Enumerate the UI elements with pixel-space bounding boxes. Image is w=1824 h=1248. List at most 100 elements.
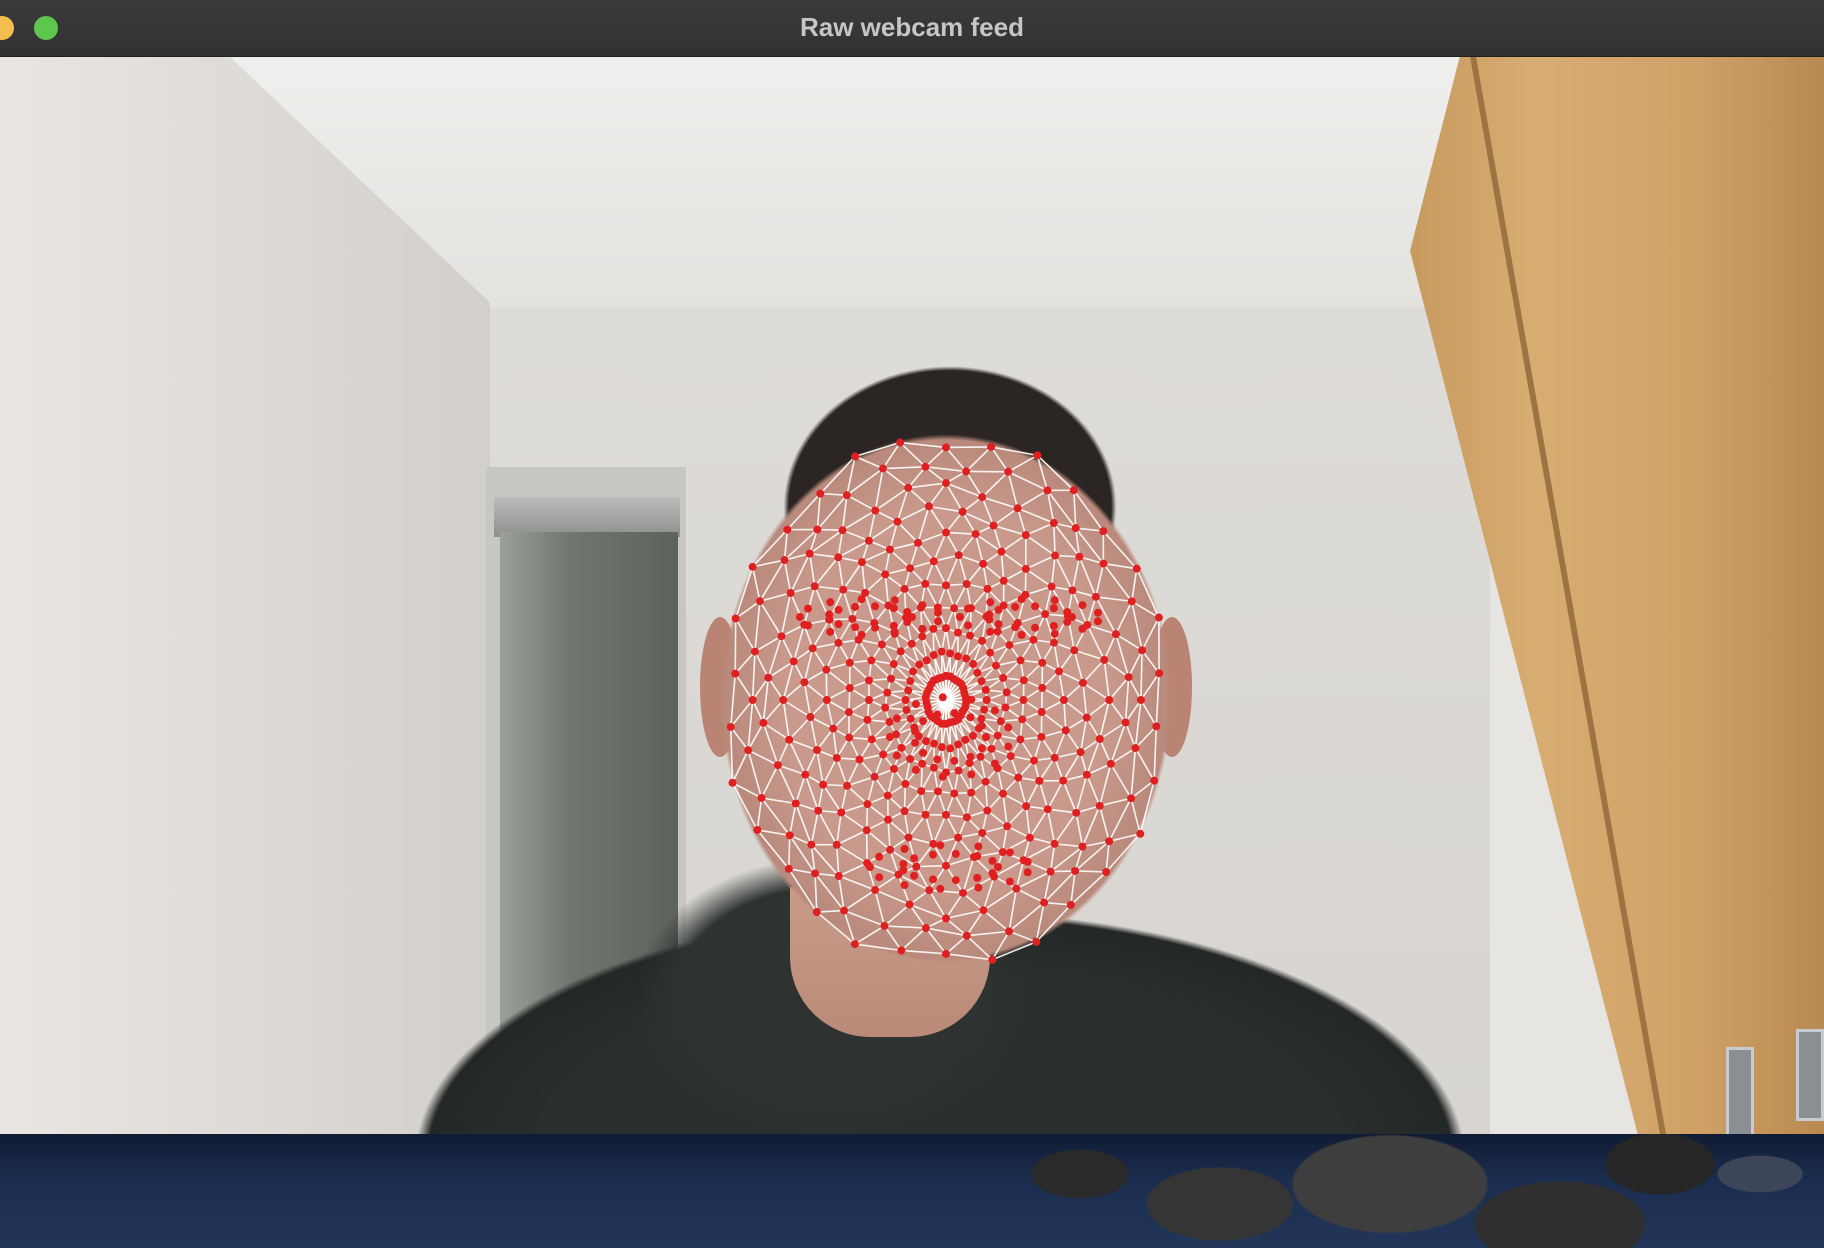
title-bar[interactable]: Raw webcam feed xyxy=(0,0,1824,57)
mesh-landmark xyxy=(1099,527,1108,536)
mesh-edge xyxy=(1007,471,1048,492)
mesh-edge xyxy=(1063,699,1088,719)
mesh-landmark xyxy=(811,869,820,878)
mesh-edge xyxy=(1053,812,1077,845)
mesh-landmark xyxy=(989,521,998,530)
mesh-landmark xyxy=(994,620,1003,629)
mesh-landmark xyxy=(959,888,968,897)
mesh-landmark xyxy=(1001,703,1010,712)
mesh-landmark xyxy=(946,649,955,658)
mesh-landmark xyxy=(938,772,947,781)
mesh-landmark xyxy=(1050,638,1059,647)
mesh-landmark xyxy=(983,584,992,593)
mesh-edge xyxy=(1054,843,1083,848)
mesh-edge xyxy=(838,862,868,877)
mesh-edge xyxy=(1130,568,1138,602)
mesh-landmark xyxy=(998,848,1007,857)
mesh-landmark xyxy=(994,863,1002,871)
mesh-landmark xyxy=(871,602,880,611)
mesh-landmark xyxy=(978,828,987,837)
mesh-landmark xyxy=(976,752,985,761)
mesh-landmark xyxy=(1003,822,1012,831)
mesh-landmark xyxy=(1138,646,1147,655)
mesh-edge xyxy=(1130,798,1142,834)
mesh-landmark xyxy=(906,564,915,573)
mesh-landmark xyxy=(966,752,975,761)
mesh-edge xyxy=(760,797,791,836)
mesh-edge xyxy=(924,814,935,845)
mesh-landmark xyxy=(851,602,860,611)
mesh-edge xyxy=(953,583,968,609)
mesh-landmark xyxy=(1050,753,1059,762)
mesh-landmark xyxy=(801,770,810,779)
mesh-edge xyxy=(981,832,1004,853)
mesh-landmark xyxy=(883,791,892,800)
mesh-landmark xyxy=(1082,713,1091,722)
mesh-landmark xyxy=(866,863,874,871)
mesh-landmark xyxy=(791,799,800,808)
mesh-edge xyxy=(966,930,1010,937)
mesh-landmark xyxy=(875,873,884,882)
mesh-edge xyxy=(842,589,854,620)
mesh-landmark xyxy=(780,556,789,565)
mesh-landmark xyxy=(918,601,927,610)
mesh-edge xyxy=(1000,551,1005,581)
mesh-landmark xyxy=(911,727,920,736)
mesh-edge xyxy=(822,784,842,813)
mesh-landmark xyxy=(1063,607,1072,616)
mesh-landmark xyxy=(896,647,905,656)
mesh-edge xyxy=(887,819,891,850)
mesh-edge xyxy=(1155,673,1160,727)
mesh-edge xyxy=(1102,563,1133,602)
mesh-edge xyxy=(789,553,811,594)
mesh-edge xyxy=(984,781,989,811)
mesh-edge xyxy=(945,446,992,449)
mesh-edge xyxy=(907,814,927,838)
mesh-landmark xyxy=(1121,718,1130,727)
mesh-landmark xyxy=(983,806,992,815)
mesh-landmark xyxy=(911,700,920,709)
mesh-landmark xyxy=(1059,776,1068,785)
mesh-landmark xyxy=(942,861,950,870)
mesh-landmark xyxy=(785,735,794,744)
mesh-edge xyxy=(842,509,876,531)
mesh-edge xyxy=(803,682,812,718)
mesh-edge xyxy=(730,726,749,751)
mesh-landmark xyxy=(1093,617,1102,626)
mesh-edge xyxy=(1054,555,1074,591)
mesh-landmark xyxy=(918,624,927,633)
mesh-edge xyxy=(843,909,885,927)
mesh-landmark xyxy=(1071,866,1080,875)
mesh-landmark xyxy=(757,793,766,802)
mesh-edge xyxy=(1115,601,1133,635)
mesh-landmark xyxy=(810,582,819,591)
mesh-edge xyxy=(814,585,844,591)
mesh-edge xyxy=(983,887,1017,911)
mesh-landmark xyxy=(968,731,977,740)
mesh-edge xyxy=(866,829,891,851)
mesh-edge xyxy=(883,903,911,927)
mesh-landmark xyxy=(962,654,971,663)
mesh-landmark xyxy=(966,631,975,640)
mesh-landmark xyxy=(1017,595,1026,604)
mesh-landmark xyxy=(871,506,880,515)
mesh-edge xyxy=(945,935,968,955)
mesh-landmark xyxy=(977,714,986,723)
mesh-landmark xyxy=(1061,726,1070,735)
mesh-landmark xyxy=(851,452,860,461)
mesh-edge xyxy=(759,600,783,637)
mesh-landmark xyxy=(988,955,997,964)
mesh-landmark xyxy=(933,617,942,626)
mesh-landmark xyxy=(981,777,990,786)
mesh-landmark xyxy=(1071,524,1080,533)
mesh-landmark xyxy=(982,733,990,741)
mesh-landmark xyxy=(1002,688,1011,697)
mesh-landmark xyxy=(946,744,955,753)
mesh-landmark xyxy=(1023,868,1032,877)
mesh-edge xyxy=(958,533,977,556)
mesh-edge xyxy=(945,482,964,513)
mesh-edge xyxy=(809,552,839,559)
mesh-edge xyxy=(1000,551,1027,570)
mesh-edge xyxy=(767,677,784,701)
mesh-landmark xyxy=(834,620,843,629)
